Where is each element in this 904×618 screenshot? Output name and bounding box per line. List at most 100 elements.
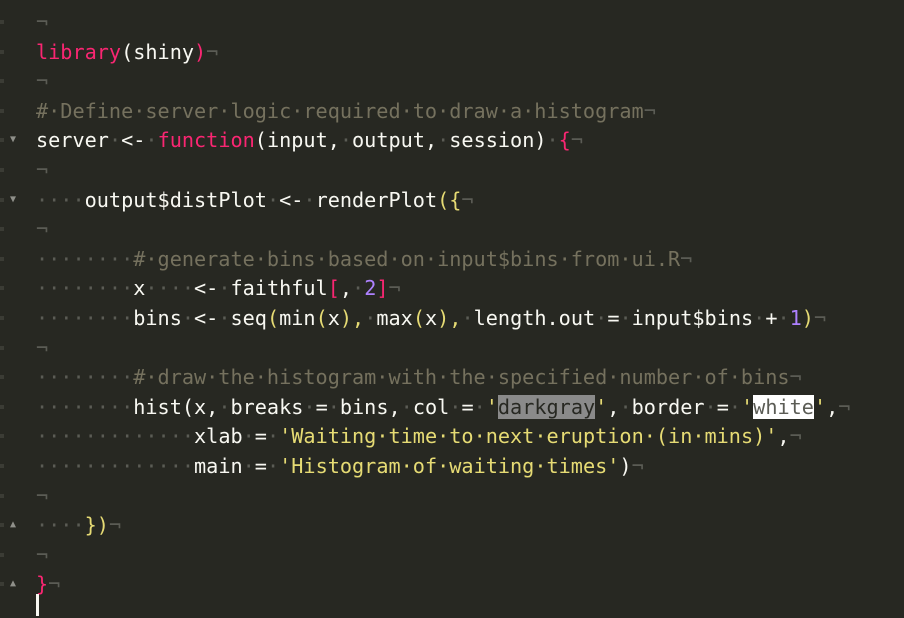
code-line[interactable]: ¬ [36, 156, 48, 186]
code-token: #·generate·bins·based·on·input$bins·from… [133, 246, 681, 271]
code-token: session) [449, 128, 547, 153]
code-token: ¬ [48, 572, 61, 597]
code-token: breaks [230, 394, 304, 419]
code-token: · [218, 276, 231, 301]
code-token: · [303, 187, 316, 212]
line-marker [0, 552, 4, 557]
code-line[interactable]: ····output$distPlot·<-·renderPlot({¬ [36, 186, 474, 216]
code-token: · [728, 394, 742, 419]
gutter-row [0, 452, 30, 482]
code-line[interactable]: ········#·draw·the·histogram·with·the·sp… [36, 363, 802, 393]
fold-arrow-up-icon[interactable]: ▲ [10, 515, 16, 535]
code-token: · [546, 128, 559, 153]
code-line[interactable]: #·Define·server·logic·required·to·draw·a… [36, 97, 656, 127]
code-line[interactable]: ¬ [36, 215, 48, 245]
code-line[interactable]: ········x····<-·faithful[,·2]¬ [36, 274, 401, 304]
line-marker [0, 286, 4, 291]
code-token: function [157, 128, 255, 153]
gutter-row [0, 334, 30, 364]
code-line[interactable]: server·<-·function(input,·output,·sessio… [36, 126, 583, 156]
code-line[interactable]: ········bins·<-·seq(min(x),·max(x),·leng… [36, 304, 826, 334]
code-token: darkgray [497, 394, 596, 419]
code-token: = [254, 454, 267, 478]
code-line[interactable]: }¬ [36, 570, 60, 600]
code-token: ( [266, 306, 280, 330]
code-token: · [449, 394, 462, 419]
code-line[interactable]: ¬ [36, 482, 48, 512]
code-token: = [461, 394, 474, 419]
code-token: · [218, 394, 231, 419]
code-token: server [36, 128, 109, 153]
code-token: · [619, 394, 632, 419]
code-token: · [327, 394, 340, 419]
line-number-gutter: ▼ ▼ ▲ ▲ [0, 0, 30, 618]
code-token: ' [595, 394, 608, 419]
code-line[interactable]: ········hist(x,·breaks·=·bins,·col·=·'da… [36, 393, 850, 423]
code-token: ···· [145, 276, 195, 301]
code-line[interactable]: ¬ [36, 8, 48, 38]
code-line[interactable]: ¬ [36, 541, 48, 571]
code-token: 2 [364, 276, 377, 301]
code-token: (input, [254, 128, 340, 153]
code-token: , [826, 394, 839, 419]
fold-arrow-up-icon[interactable]: ▲ [10, 574, 16, 594]
line-marker [0, 523, 4, 528]
code-token: · [777, 306, 790, 330]
text-cursor [36, 594, 39, 616]
code-token: seq [230, 306, 267, 330]
code-token: } [36, 572, 49, 597]
gutter-row [0, 245, 30, 275]
line-marker [0, 582, 4, 587]
line-marker [0, 227, 4, 232]
code-token: 1 [789, 306, 802, 330]
code-token: · [218, 306, 231, 330]
code-line[interactable]: ·············xlab·=·'Waiting·time·to·nex… [36, 422, 802, 452]
code-token: ¬ [838, 394, 851, 419]
fold-arrow-down-icon[interactable]: ▼ [10, 190, 16, 210]
code-token: · [303, 394, 316, 419]
code-token: + [765, 306, 778, 330]
code-token: min [279, 306, 316, 330]
code-token: length.out [473, 306, 596, 330]
fold-arrow-down-icon[interactable]: ▼ [10, 130, 16, 150]
code-token: ¬ [36, 542, 49, 567]
code-token: ············· [36, 454, 195, 478]
code-token: · [461, 306, 474, 330]
code-token: ' [485, 394, 498, 419]
gutter-row [0, 482, 30, 512]
code-line[interactable]: ····})¬ [36, 511, 121, 541]
gutter-row [0, 304, 30, 334]
code-token: · [473, 394, 486, 419]
code-token: output, [352, 128, 438, 153]
code-token: · [108, 128, 122, 153]
code-line[interactable]: ¬ [36, 67, 48, 97]
code-token: ) [801, 306, 814, 330]
code-token: col [412, 394, 450, 419]
code-line[interactable]: ·············main·=·'Histogram·of·waitin… [36, 452, 644, 482]
code-token: max [376, 306, 413, 330]
code-token: · [181, 306, 195, 330]
code-token: ¬ [36, 158, 49, 182]
code-token: ¬ [461, 187, 474, 212]
code-token: ···· [36, 513, 85, 538]
code-token: · [266, 424, 280, 449]
code-token: ¬ [680, 246, 693, 271]
code-token: ¬ [36, 10, 49, 34]
code-token: ········ [36, 306, 134, 330]
code-line[interactable]: library(shiny)¬ [36, 38, 218, 68]
code-token: ¬ [206, 39, 219, 64]
gutter-row [0, 97, 30, 127]
code-token: white [753, 394, 814, 419]
code-token: ¬ [388, 276, 401, 301]
gutter-row: ▼ [0, 186, 30, 216]
code-token: <- [121, 128, 146, 153]
code-line[interactable]: ¬ [36, 334, 48, 364]
code-token: border [631, 394, 705, 419]
code-token: [ [327, 276, 340, 301]
line-marker [0, 464, 4, 468]
code-line[interactable]: ········#·generate·bins·based·on·input$b… [36, 245, 692, 275]
code-token: · [145, 128, 158, 153]
line-marker [0, 345, 4, 350]
code-token: , [607, 394, 620, 419]
code-token: <- [194, 276, 219, 301]
